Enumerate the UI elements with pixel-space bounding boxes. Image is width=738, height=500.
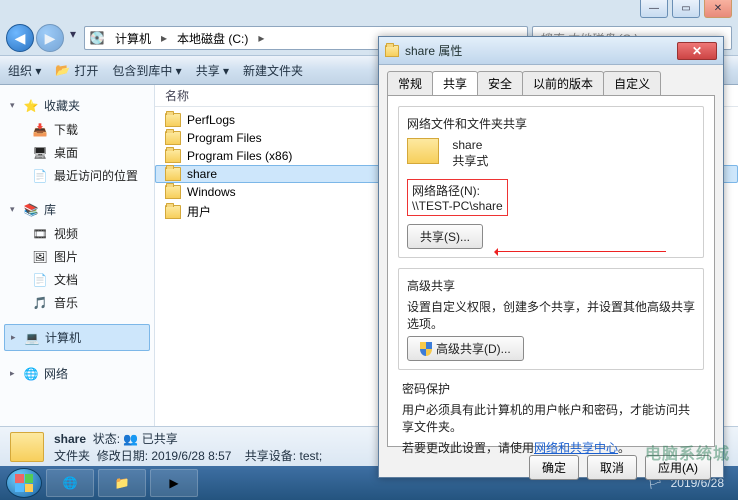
sidebar-item-documents[interactable]: 📄文档 <box>4 268 150 291</box>
network-icon: 🌐 <box>23 366 39 382</box>
network-share-section: 网络文件和文件夹共享 share 共享式 网络路径(N): \\TEST-PC\… <box>398 106 704 258</box>
sidebar-favorites[interactable]: ▾⭐收藏夹 <box>4 93 150 118</box>
share-state: 共享式 <box>452 152 488 169</box>
taskbar-item-media[interactable]: ▶ <box>150 469 198 497</box>
sidebar-network[interactable]: ▸🌐网络 <box>4 361 150 386</box>
people-icon: 👥 <box>123 432 138 446</box>
advanced-share-section: 高级共享 设置自定义权限，创建多个共享，并设置其他高级共享选项。 高级共享(D)… <box>398 268 704 370</box>
recent-icon: 📄 <box>32 168 48 184</box>
sidebar-item-pictures[interactable]: 🖼图片 <box>4 245 150 268</box>
tab-customize[interactable]: 自定义 <box>603 71 661 95</box>
folder-icon <box>165 131 181 145</box>
history-dropdown[interactable]: ▾ <box>66 24 80 44</box>
picture-icon: 🖼 <box>32 249 48 265</box>
maximize-button[interactable]: ▭ <box>672 0 700 18</box>
breadcrumb-separator: ▸ <box>258 31 264 45</box>
forward-button[interactable]: ▶ <box>36 24 64 52</box>
folder-icon <box>165 185 181 199</box>
link-prefix: 若要更改此设置，请使用 <box>402 441 534 455</box>
folder-icon <box>165 149 181 163</box>
open-button[interactable]: 📂打开 <box>55 62 98 79</box>
windows-logo-icon <box>15 474 33 492</box>
cancel-button[interactable]: 取消 <box>587 455 637 480</box>
folder-icon <box>10 432 44 462</box>
section-title: 密码保护 <box>402 380 700 397</box>
open-icon: 📂 <box>55 63 70 77</box>
computer-icon: 💻 <box>24 330 40 346</box>
tab-previous-versions[interactable]: 以前的版本 <box>522 71 604 95</box>
close-button[interactable]: ✕ <box>704 0 732 18</box>
mod-value: 2019/6/28 8:57 <box>151 449 231 463</box>
desktop-icon: 🖥 <box>32 145 48 161</box>
dialog-close-button[interactable]: ✕ <box>677 42 717 60</box>
type-label: 文件夹 <box>54 449 90 463</box>
network-path-highlight: 网络路径(N): \\TEST-PC\share <box>407 179 508 216</box>
folder-icon <box>165 167 181 181</box>
library-icon: 📚 <box>23 202 39 218</box>
tab-general[interactable]: 常规 <box>387 71 433 95</box>
taskbar-item-ie[interactable]: 🌐 <box>46 469 94 497</box>
start-button[interactable] <box>6 468 42 498</box>
ok-button[interactable]: 确定 <box>529 455 579 480</box>
tab-content: 网络文件和文件夹共享 share 共享式 网络路径(N): \\TEST-PC\… <box>387 95 715 447</box>
sidebar-computer[interactable]: ▸💻计算机 <box>4 324 150 351</box>
share-button[interactable]: 共享(S)... <box>407 224 483 249</box>
music-icon: 🎵 <box>32 295 48 311</box>
sidebar-item-music[interactable]: 🎵音乐 <box>4 291 150 314</box>
share-dev-label: 共享设备: <box>245 449 296 463</box>
new-folder-button[interactable]: 新建文件夹 <box>243 62 303 79</box>
watermark: 电脑系统城 <box>645 440 730 464</box>
minimize-button[interactable]: — <box>640 0 668 18</box>
mod-label: 修改日期: <box>97 449 148 463</box>
netpath-value: \\TEST-PC\share <box>412 199 503 213</box>
tab-sharing[interactable]: 共享 <box>432 71 478 95</box>
details-name: share <box>54 432 86 446</box>
share-dev-value: test; <box>299 449 322 463</box>
tab-security[interactable]: 安全 <box>477 71 523 95</box>
dialog-title: share 属性 <box>405 42 462 59</box>
window-controls: — ▭ ✕ <box>640 0 732 22</box>
state-value: 已共享 <box>142 432 178 446</box>
netpath-label: 网络路径(N): <box>412 182 503 199</box>
download-icon: 📥 <box>32 122 48 138</box>
folder-icon <box>165 113 181 127</box>
advanced-share-button[interactable]: 高级共享(D)... <box>407 336 524 361</box>
folder-icon <box>385 45 399 57</box>
breadcrumb[interactable]: 本地磁盘 (C:) <box>171 28 254 49</box>
taskbar-item-explorer[interactable]: 📁 <box>98 469 146 497</box>
shield-icon <box>420 342 432 356</box>
network-sharing-center-link[interactable]: 网络和共享中心 <box>534 441 618 455</box>
breadcrumb-separator: ▸ <box>161 31 167 45</box>
video-icon: 🎞 <box>32 226 48 242</box>
drive-icon: 💽 <box>89 30 105 46</box>
document-icon: 📄 <box>32 272 48 288</box>
properties-dialog: share 属性 ✕ 常规 共享 安全 以前的版本 自定义 网络文件和文件夹共享… <box>378 36 724 478</box>
section-title: 高级共享 <box>407 277 695 294</box>
state-label: 状态: <box>93 432 120 446</box>
breadcrumb[interactable]: 计算机 <box>109 28 157 49</box>
sidebar-item-desktop[interactable]: 🖥桌面 <box>4 141 150 164</box>
sidebar-item-videos[interactable]: 🎞视频 <box>4 222 150 245</box>
sidebar: ▾⭐收藏夹 📥下载 🖥桌面 📄最近访问的位置 ▾📚库 🎞视频 🖼图片 📄文档 🎵… <box>0 85 155 460</box>
dialog-titlebar[interactable]: share 属性 ✕ <box>379 37 723 65</box>
folder-icon <box>165 205 181 219</box>
share-menu[interactable]: 共享 ▾ <box>196 62 229 79</box>
organize-menu[interactable]: 组织 ▾ <box>8 62 41 79</box>
section-desc: 用户必须具有此计算机的用户帐户和密码，才能访问共享文件夹。 <box>402 401 700 435</box>
section-desc: 设置自定义权限，创建多个共享，并设置其他高级共享选项。 <box>407 298 695 332</box>
include-menu[interactable]: 包含到库中 ▾ <box>112 62 181 79</box>
annotation-arrow <box>496 251 666 252</box>
shared-folder-icon <box>407 138 439 164</box>
sidebar-libraries[interactable]: ▾📚库 <box>4 197 150 222</box>
back-button[interactable]: ◀ <box>6 24 34 52</box>
section-title: 网络文件和文件夹共享 <box>407 115 695 132</box>
tab-strip: 常规 共享 安全 以前的版本 自定义 <box>379 65 723 95</box>
star-icon: ⭐ <box>23 98 39 114</box>
sidebar-item-downloads[interactable]: 📥下载 <box>4 118 150 141</box>
share-name: share <box>452 138 488 152</box>
sidebar-item-recent[interactable]: 📄最近访问的位置 <box>4 164 150 187</box>
